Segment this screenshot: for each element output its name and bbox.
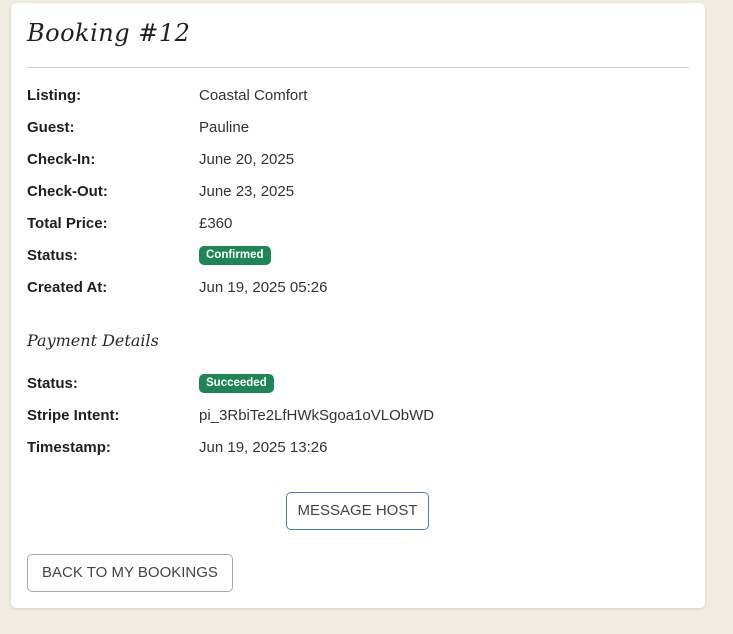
back-to-bookings-button[interactable]: BACK TO MY BOOKINGS <box>27 554 233 592</box>
booking-status-badge: Confirmed <box>199 246 271 266</box>
title-divider <box>27 67 689 68</box>
check-out-value: June 23, 2025 <box>199 183 295 200</box>
guest-value: Pauline <box>199 119 250 136</box>
check-out-label: Check-Out: <box>27 183 108 200</box>
timestamp-label: Timestamp: <box>27 439 111 456</box>
stripe-intent-label: Stripe Intent: <box>27 407 120 424</box>
check-in-value: June 20, 2025 <box>199 151 295 168</box>
booking-card: Booking #12 Listing: Coastal Comfort Gue… <box>11 3 705 608</box>
guest-label: Guest: <box>27 119 75 136</box>
payment-status-label: Status: <box>27 375 78 392</box>
created-at-value: Jun 19, 2025 05:26 <box>199 279 328 296</box>
total-price-value: £360 <box>199 215 233 232</box>
listing-label: Listing: <box>27 87 82 104</box>
timestamp-value: Jun 19, 2025 13:26 <box>199 439 328 456</box>
created-at-label: Created At: <box>27 279 108 296</box>
status-label: Status: <box>27 247 78 264</box>
payment-status-badge: Succeeded <box>199 374 274 394</box>
message-host-button[interactable]: MESSAGE HOST <box>286 492 429 530</box>
total-price-label: Total Price: <box>27 215 108 232</box>
payment-details-heading: Payment Details <box>27 331 159 350</box>
listing-value: Coastal Comfort <box>199 87 308 104</box>
page-title: Booking #12 <box>27 19 191 47</box>
check-in-label: Check-In: <box>27 151 96 168</box>
stripe-intent-value: pi_3RbiTe2LfHWkSgoa1oVLObWD <box>199 407 435 424</box>
